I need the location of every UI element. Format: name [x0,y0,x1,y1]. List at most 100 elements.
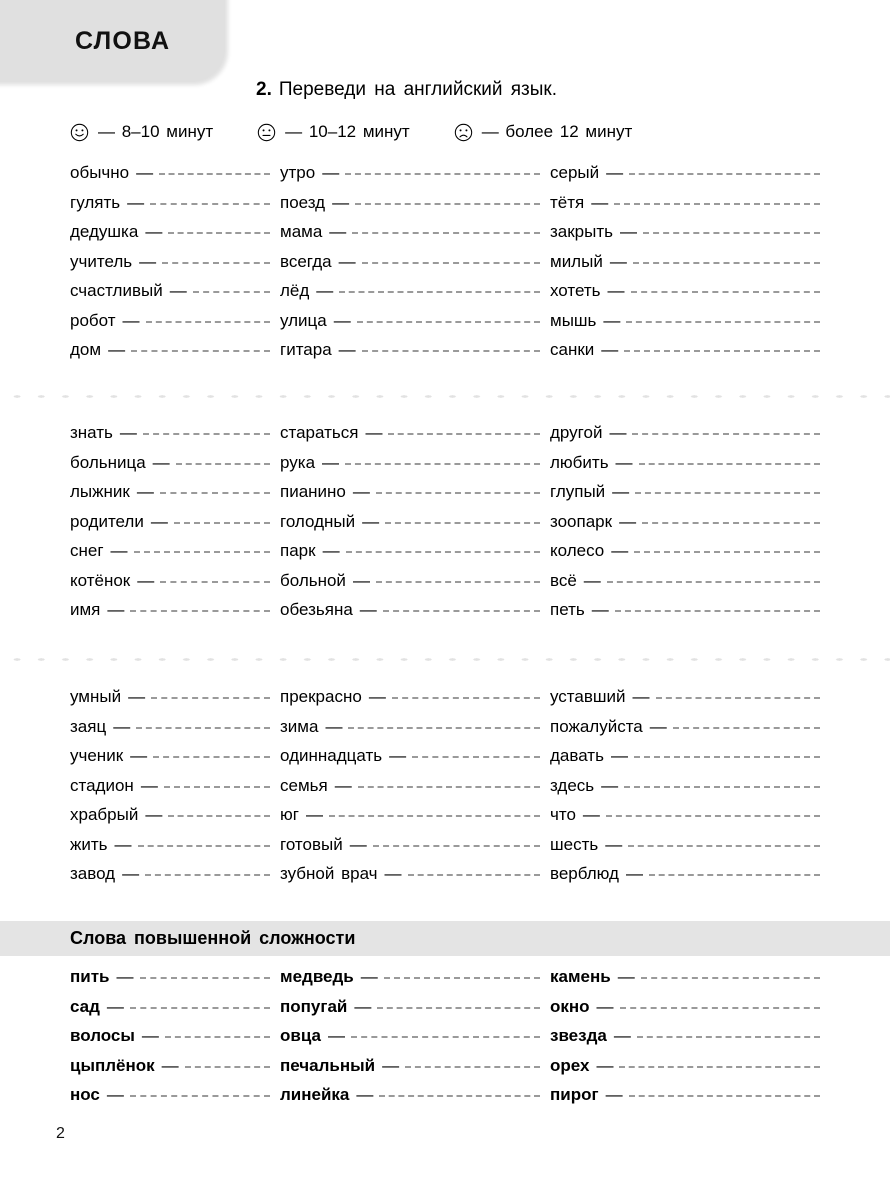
word-row: учитель — [70,252,270,282]
answer-blank[interactable] [633,756,820,758]
word-dash: — [613,1026,631,1045]
answer-blank[interactable] [168,232,270,234]
word-row: колесо — [550,541,820,571]
answer-blank[interactable] [160,580,270,583]
answer-blank[interactable] [163,785,270,788]
answer-blank[interactable] [628,844,820,847]
word-row: стараться — [280,423,540,453]
legend-label-happy: — 8–10 минут [98,122,214,141]
answer-blank[interactable] [339,291,540,293]
answer-blank[interactable] [388,433,540,435]
answer-blank[interactable] [407,874,540,876]
answer-blank[interactable] [133,551,270,553]
word-row: камень — [550,967,820,997]
answer-blank[interactable] [405,1065,540,1068]
word-column: обычно — гулять — дедушка — учитель — счастливый… [0,163,270,370]
answer-blank[interactable] [636,1036,820,1038]
answer-blank[interactable] [632,433,820,435]
answer-blank[interactable] [361,261,540,264]
word-term: всё [550,570,577,590]
answer-blank[interactable] [619,1006,820,1009]
answer-blank[interactable] [352,232,540,234]
answer-blank[interactable] [150,202,270,205]
answer-blank[interactable] [350,1036,540,1038]
answer-blank[interactable] [173,521,270,524]
word-dash: — [352,482,370,501]
answer-blank[interactable] [619,1065,820,1068]
answer-blank[interactable] [159,173,270,175]
word-dash: — [141,1026,159,1045]
answer-blank[interactable] [372,844,540,847]
answer-blank[interactable] [624,785,820,788]
answer-blank[interactable] [391,697,540,699]
answer-blank[interactable] [624,350,820,352]
answer-blank[interactable] [672,726,820,729]
answer-blank[interactable] [382,610,540,612]
answer-blank[interactable] [159,492,270,494]
answer-blank[interactable] [614,202,820,205]
answer-blank[interactable] [137,844,270,847]
answer-blank[interactable] [129,1095,270,1097]
dotted-separator [0,392,890,401]
answer-blank[interactable] [131,350,270,352]
answer-blank[interactable] [642,521,820,524]
answer-blank[interactable] [629,173,820,175]
answer-blank[interactable] [655,697,820,699]
answer-blank[interactable] [412,756,540,758]
answer-blank[interactable] [151,697,270,699]
answer-blank[interactable] [357,785,540,788]
answer-blank[interactable] [355,202,540,205]
answer-blank[interactable] [345,462,540,465]
word-dash: — [329,222,347,241]
answer-blank[interactable] [638,462,820,465]
word-row: мама — [280,222,540,252]
word-row: шесть — [550,835,820,865]
answer-blank[interactable] [643,232,820,234]
word-dash: — [612,482,630,501]
word-dash: — [362,511,380,531]
answer-blank[interactable] [139,977,270,979]
answer-blank[interactable] [164,1036,270,1038]
answer-blank[interactable] [377,1006,540,1009]
answer-blank[interactable] [606,580,820,583]
answer-blank[interactable] [614,610,820,612]
answer-blank[interactable] [356,320,540,323]
legend-item-happy: — 8–10 минут [70,122,213,142]
answer-blank[interactable] [153,756,270,758]
answer-blank[interactable] [632,261,820,264]
answer-blank[interactable] [129,1006,270,1009]
answer-blank[interactable] [345,173,540,175]
word-block: обычно — гулять — дедушка — учитель — счастливый… [0,163,890,370]
answer-blank[interactable] [145,874,270,876]
answer-blank[interactable] [192,291,270,293]
word-row: завод — [70,864,270,894]
answer-blank[interactable] [175,462,270,465]
answer-blank[interactable] [348,726,540,729]
word-dash: — [591,192,609,212]
word-term: пить [70,967,110,986]
answer-blank[interactable] [168,815,270,817]
answer-blank[interactable] [383,977,540,979]
answer-blank[interactable] [142,433,270,435]
answer-blank[interactable] [605,815,820,817]
answer-blank[interactable] [145,320,270,323]
answer-blank[interactable] [626,320,820,323]
answer-blank[interactable] [628,1095,820,1097]
advanced-section-band: Слова повышенной сложности [0,921,890,956]
answer-blank[interactable] [375,580,540,583]
answer-blank[interactable] [184,1065,270,1068]
answer-blank[interactable] [361,350,540,352]
answer-blank[interactable] [328,815,540,817]
answer-blank[interactable] [136,726,270,729]
answer-blank[interactable] [630,291,820,293]
answer-blank[interactable] [379,1095,540,1097]
answer-blank[interactable] [345,551,540,553]
answer-blank[interactable] [130,610,270,612]
answer-blank[interactable] [375,492,540,494]
answer-blank[interactable] [648,874,820,876]
answer-blank[interactable] [640,977,820,979]
answer-blank[interactable] [385,521,540,524]
answer-blank[interactable] [635,492,820,494]
answer-blank[interactable] [634,551,820,553]
answer-blank[interactable] [162,261,270,264]
